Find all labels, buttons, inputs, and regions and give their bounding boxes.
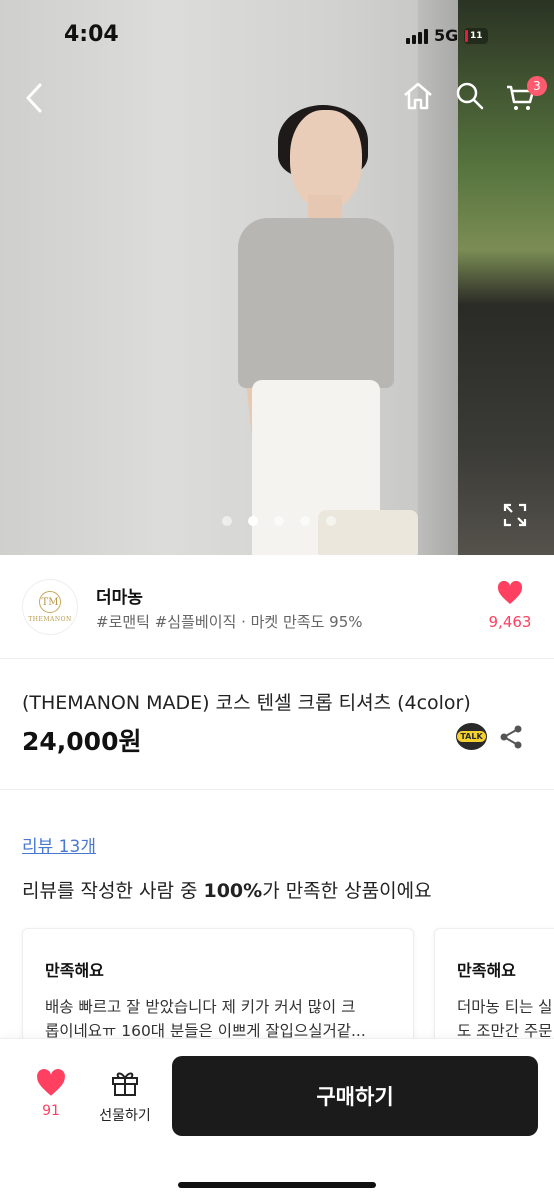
share-icon — [500, 725, 522, 749]
seller-like-button[interactable]: 9,463 — [480, 580, 540, 631]
network-label: 5G — [434, 26, 459, 45]
carousel-dot[interactable] — [274, 516, 284, 526]
back-button[interactable] — [18, 80, 50, 116]
carousel-pagination — [222, 516, 336, 526]
chevron-left-icon — [26, 83, 42, 113]
carousel-dot[interactable] — [222, 516, 232, 526]
share-button[interactable] — [498, 724, 524, 750]
signal-icon — [406, 28, 428, 44]
product-price: 24,000원 — [22, 727, 142, 756]
model-crop-tshirt — [238, 218, 394, 388]
kakao-talk-button[interactable]: TALK — [456, 723, 487, 750]
carousel-dot[interactable] — [326, 516, 336, 526]
seller-like-count: 9,463 — [488, 613, 532, 631]
product-info: (THEMANON MADE) 코스 텐셀 크롭 티셔츠 (4color) 24… — [0, 660, 554, 790]
carousel-dot[interactable] — [300, 516, 310, 526]
reviews-summary-percent: 100% — [203, 880, 263, 902]
review-rating: 만족해요 — [457, 961, 516, 980]
reviews-summary: 리뷰를 작성한 사람 중 100%가 만족한 상품이에요 — [22, 876, 432, 903]
seller-logo-monogram: TM — [39, 591, 61, 613]
wishlist-count: 91 — [42, 1103, 60, 1119]
cart-count-badge: 3 — [527, 76, 547, 96]
wishlist-button[interactable]: 91 — [28, 1069, 74, 1119]
product-image-carousel[interactable]: 4:04 5G 11 3 — [0, 0, 554, 555]
fullscreen-button[interactable] — [500, 500, 530, 530]
review-card[interactable]: 만족해요 배송 빠르고 잘 받았습니다 제 키가 커서 많이 크 롭이네요ㅠ 1… — [22, 928, 414, 1043]
reviews-link[interactable]: 리뷰 13개 — [22, 832, 96, 857]
review-text-line: 더마농 티는 실 — [457, 998, 553, 1016]
carousel-dot-active[interactable] — [248, 516, 258, 526]
review-rating: 만족해요 — [45, 961, 104, 980]
search-icon — [456, 82, 484, 110]
home-indicator — [178, 1182, 376, 1188]
expand-icon — [503, 503, 527, 527]
talk-icon: TALK — [457, 731, 486, 742]
heart-icon — [37, 1069, 65, 1096]
product-title: (THEMANON MADE) 코스 텐셀 크롭 티셔츠 (4color) — [22, 692, 471, 714]
seller-name[interactable]: 더마농 — [96, 583, 143, 608]
gift-label: 선물하기 — [99, 1108, 151, 1124]
home-icon — [404, 82, 432, 110]
seller-info[interactable]: TM THEMANON 더마농 #로맨틱 #심플베이직 · 마켓 만족도 95%… — [0, 555, 554, 659]
buy-button[interactable]: 구매하기 — [172, 1056, 538, 1136]
search-button[interactable] — [452, 78, 488, 114]
seller-logo[interactable]: TM THEMANON — [22, 579, 78, 635]
review-text-line: 배송 빠르고 잘 받았습니다 제 키가 커서 많이 크 — [45, 998, 356, 1016]
reviews-summary-suffix: 가 만족한 상품이에요 — [262, 880, 432, 902]
home-button[interactable] — [400, 78, 436, 114]
status-time: 4:04 — [64, 22, 119, 47]
gift-icon — [112, 1072, 138, 1096]
review-card[interactable]: 만족해요 더마농 티는 실 도 조만간 주문 — [434, 928, 554, 1043]
battery-level: 11 — [470, 30, 483, 41]
heart-icon — [497, 580, 523, 604]
bottom-action-bar: 91 선물하기 구매하기 — [0, 1038, 554, 1200]
status-indicators: 5G 11 — [406, 26, 489, 45]
gift-button[interactable]: 선물하기 — [92, 1069, 158, 1125]
battery-icon: 11 — [464, 27, 489, 44]
reviews-summary-prefix: 리뷰를 작성한 사람 중 — [22, 880, 204, 902]
seller-tags: #로맨틱 #심플베이직 · 마켓 만족도 95% — [96, 613, 363, 631]
seller-logo-text: THEMANON — [28, 616, 72, 623]
